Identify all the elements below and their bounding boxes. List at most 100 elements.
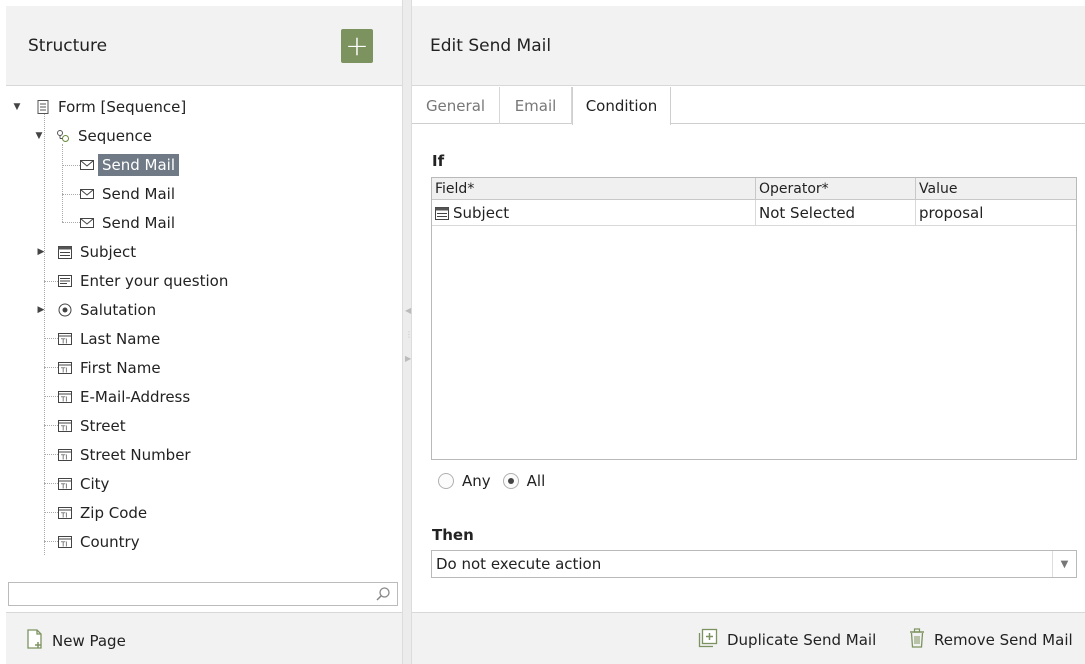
tree-item-label: Street [80,417,126,435]
text-field-icon: TI [58,361,72,375]
match-mode-group: Any All [438,472,545,490]
tree-item-send-mail[interactable]: Send Mail [80,210,179,236]
radio-any[interactable] [438,473,454,489]
tree-item-label: Country [80,533,140,551]
cell-field-text: Subject [453,204,510,222]
textarea-field-icon [58,274,72,288]
tree-item-label: Send Mail [98,154,180,176]
panel-splitter[interactable]: ◀ ⋮ ▶ [402,0,413,664]
tree-guide-line [62,165,80,166]
column-header-operator[interactable]: Operator* [756,178,916,200]
structure-title: Structure [28,36,108,56]
duplicate-label: Duplicate Send Mail [727,631,877,649]
tree-guide-line [44,425,58,426]
tree-item-send-mail[interactable]: Send Mail [80,181,179,207]
tab-condition[interactable]: Condition [572,87,671,125]
new-page-icon [26,629,44,653]
add-element-button[interactable]: + [341,29,373,63]
collapse-right-icon[interactable]: ▶ [405,354,411,363]
tree-item-subject[interactable]: Subject [58,239,140,265]
expand-toggle[interactable]: ▶ [36,305,46,315]
column-header-value[interactable]: Value [916,178,1076,200]
tree-item-label: Subject [80,243,137,261]
text-field-icon: TI [58,535,72,549]
tree-item-street[interactable]: TI Street [58,413,130,439]
editor-panel: Edit Send Mail General Email Condition I… [412,0,1085,664]
tree-item-street-number[interactable]: TI Street Number [58,442,195,468]
tree-guide-line [44,367,58,368]
svg-text:TI: TI [60,541,67,549]
tree-item-form[interactable]: Form [Sequence] [36,94,190,120]
tree-guide-line [44,454,58,455]
new-page-label: New Page [52,632,126,650]
tree-item-send-mail[interactable]: Send Mail [80,152,180,178]
tree-guide-line [62,194,80,195]
text-field-icon: TI [58,419,72,433]
duplicate-icon [697,628,719,652]
structure-header: Structure + [6,6,402,86]
collapse-left-icon[interactable]: ◀ [405,306,411,315]
expand-toggle[interactable]: ▼ [12,102,22,112]
tree-guide-line [44,281,58,282]
svg-text:TI: TI [60,338,67,346]
text-field-icon: TI [58,332,72,346]
tree-item-salutation[interactable]: Salutation [58,297,160,323]
tree-item-question[interactable]: Enter your question [58,268,232,294]
tree-item-sequence[interactable]: Sequence [56,123,156,149]
tree-item-zip-code[interactable]: TI Zip Code [58,500,151,526]
tree-item-first-name[interactable]: TI First Name [58,355,165,381]
expand-toggle[interactable]: ▶ [36,247,46,257]
tree-item-label: Send Mail [102,185,176,203]
search-icon[interactable] [375,586,391,602]
tree-item-label: City [80,475,110,493]
structure-search-input[interactable] [8,582,398,606]
then-action-value: Do not execute action [436,555,602,573]
tree-guide-line [44,483,58,484]
condition-table: Field* Operator* Value Subject Not Selec… [431,177,1077,460]
editor-header: Edit Send Mail [412,6,1085,86]
remove-label: Remove Send Mail [934,631,1073,649]
tab-email[interactable]: Email [500,87,572,124]
expand-toggle[interactable]: ▼ [34,131,44,141]
table-row[interactable]: Subject Not Selected proposal [432,200,1076,226]
cell-operator[interactable]: Not Selected [756,200,916,226]
mail-icon [80,187,94,201]
mail-icon [80,216,94,230]
cell-field[interactable]: Subject [432,200,756,226]
tree-item-city[interactable]: TI City [58,471,113,497]
structure-footer: New Page [6,612,402,664]
radio-all[interactable] [502,473,519,489]
svg-text:TI: TI [60,396,67,404]
text-field-icon: TI [58,390,72,404]
svg-text:TI: TI [60,454,67,462]
tree-item-label: Salutation [80,301,157,319]
tree-item-label: Last Name [80,330,161,348]
tree-item-email-address[interactable]: TI E-Mail-Address [58,384,194,410]
tree-item-label: Zip Code [80,504,148,522]
tree-item-label: Form [Sequence] [58,98,187,116]
duplicate-button[interactable]: Duplicate Send Mail [697,628,876,652]
radio-field-icon [58,303,72,317]
new-page-button[interactable]: New Page [26,629,126,653]
svg-text:TI: TI [60,512,67,520]
tab-general[interactable]: General [412,87,500,124]
then-action-select[interactable]: Do not execute action ▼ [431,550,1077,578]
then-label: Then [432,526,474,544]
remove-button[interactable]: Remove Send Mail [908,628,1073,652]
tree-guide-line [62,222,80,223]
tree-item-last-name[interactable]: TI Last Name [58,326,164,352]
column-header-field[interactable]: Field* [432,178,756,200]
editor-title: Edit Send Mail [430,36,552,56]
tree-item-country[interactable]: TI Country [58,529,144,555]
radio-checked-dot [507,478,514,484]
tree-guide-line [44,541,58,542]
tree-item-label: First Name [80,359,161,377]
table-header: Field* Operator* Value [432,178,1076,200]
chevron-down-icon[interactable]: ▼ [1052,551,1076,577]
tree-item-label: Send Mail [102,214,176,232]
cell-value[interactable]: proposal [916,200,1076,226]
list-field-icon [435,206,449,220]
tree-guide-line [44,512,58,513]
radio-all-label: All [526,472,546,490]
svg-text:TI: TI [60,367,67,375]
